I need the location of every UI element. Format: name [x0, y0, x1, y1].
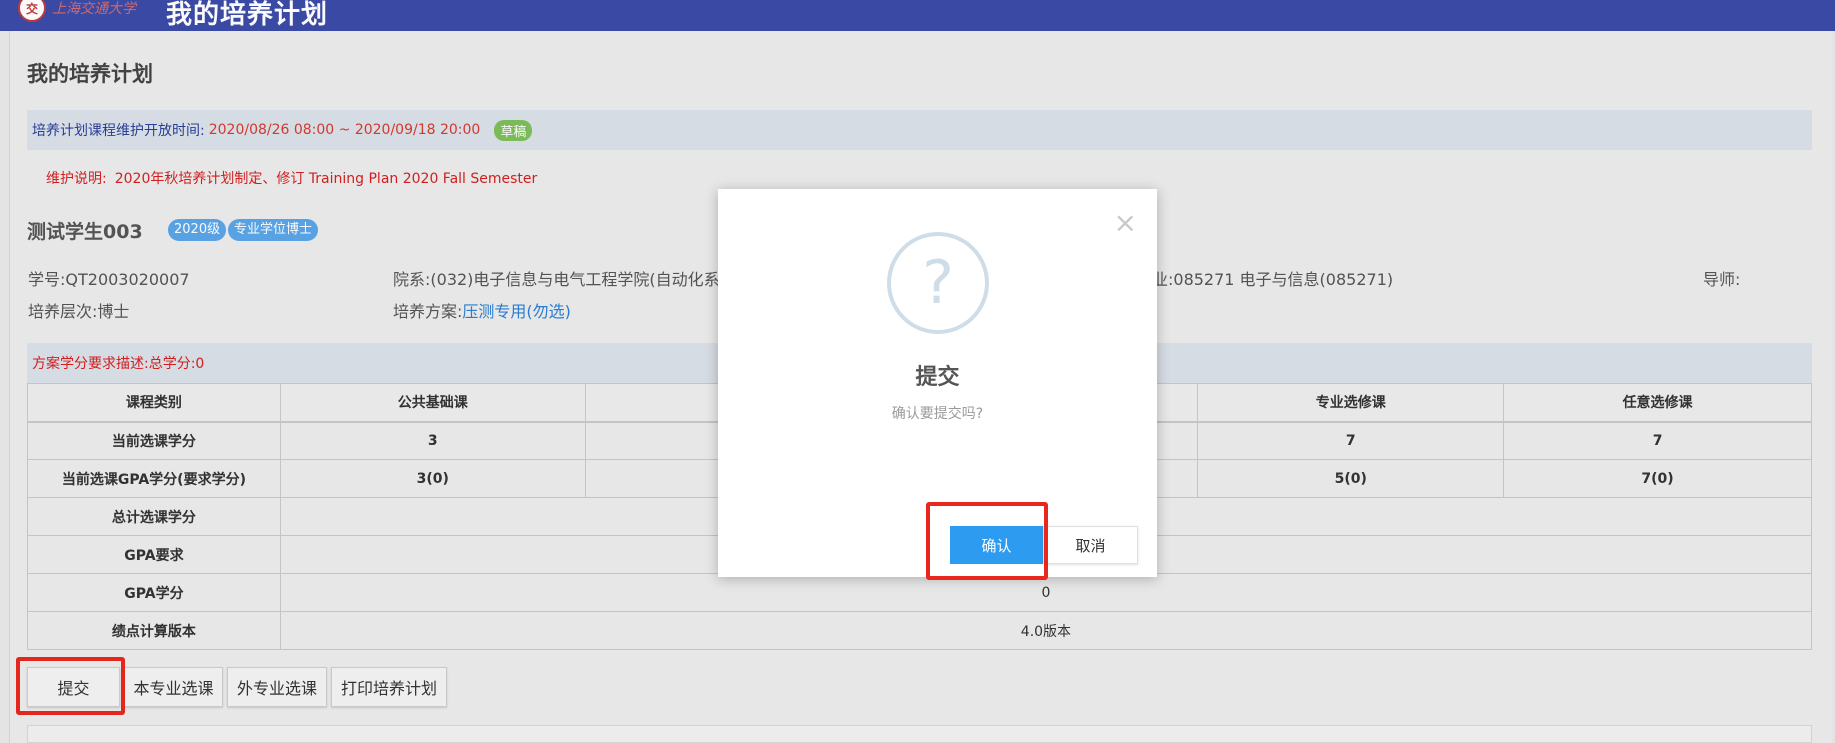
dialog-title: 提交 [915, 365, 960, 390]
close-icon[interactable]: × [1114, 209, 1137, 237]
question-icon: ? [887, 232, 989, 334]
confirm-button[interactable]: 确认 [950, 526, 1043, 564]
confirm-dialog: × ? 提交 确认要提交吗? 确认 取消 [718, 189, 1157, 577]
question-mark-glyph: ? [922, 248, 954, 318]
dialog-message: 确认要提交吗? [891, 406, 984, 422]
cancel-button[interactable]: 取消 [1043, 526, 1138, 564]
